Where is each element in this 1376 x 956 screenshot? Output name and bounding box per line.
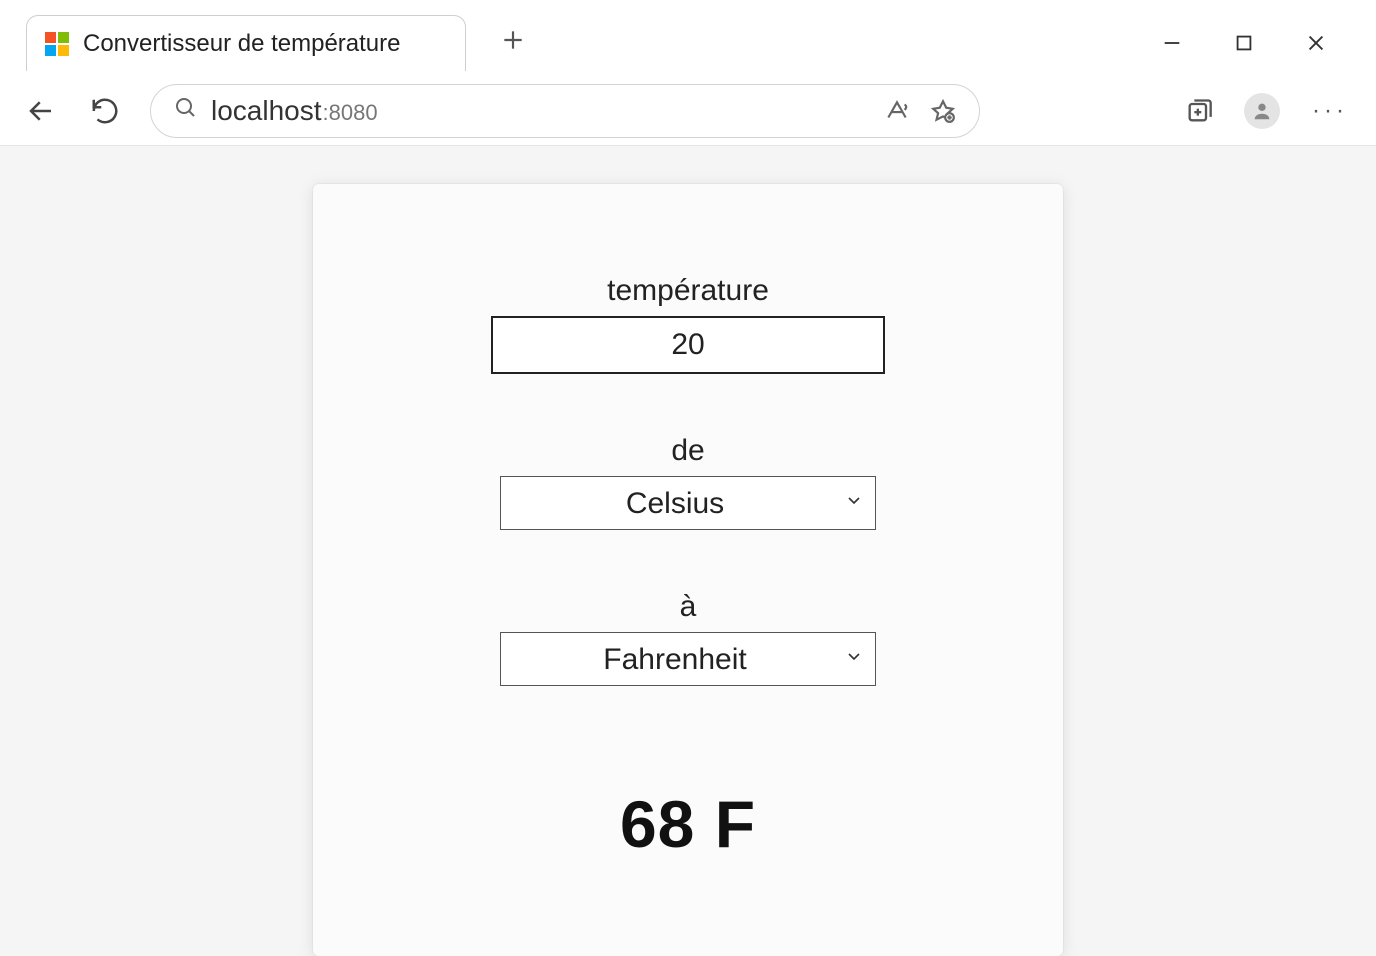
address-bar[interactable]: localhost:8080 — [150, 84, 980, 138]
address-host: localhost — [211, 95, 322, 127]
result-display: 68 F — [620, 786, 756, 862]
close-window-button[interactable] — [1302, 29, 1330, 57]
back-button[interactable] — [22, 92, 60, 130]
address-port: :8080 — [323, 100, 378, 126]
tab-title: Convertisseur de température — [83, 30, 423, 58]
from-label: de — [671, 434, 704, 468]
collections-button[interactable] — [1180, 92, 1218, 130]
maximize-button[interactable] — [1230, 29, 1258, 57]
minimize-icon — [1161, 32, 1183, 54]
arrow-left-icon — [26, 96, 56, 126]
more-button[interactable]: ··· — [1306, 97, 1354, 125]
read-aloud-icon — [884, 98, 910, 124]
from-field: de CelsiusFahrenheitKelvin — [500, 434, 876, 530]
browser-tab[interactable]: Convertisseur de température — [26, 15, 466, 71]
to-label: à — [680, 590, 697, 624]
more-icon: ··· — [1312, 97, 1348, 124]
window-controls — [1158, 29, 1368, 57]
from-unit-select[interactable]: CelsiusFahrenheitKelvin — [500, 476, 876, 530]
browser-toolbar: localhost:8080 ··· — [0, 76, 1376, 146]
minimize-button[interactable] — [1158, 29, 1186, 57]
collections-icon — [1185, 97, 1213, 125]
converter-card: température de CelsiusFahrenheitKelvin à… — [313, 184, 1063, 956]
read-aloud-button[interactable] — [879, 93, 915, 129]
close-tab-button[interactable] — [437, 29, 445, 59]
reload-icon — [90, 96, 120, 126]
new-tab-button[interactable] — [492, 23, 534, 63]
page-viewport: température de CelsiusFahrenheitKelvin à… — [0, 146, 1376, 956]
temperature-field: température — [491, 274, 885, 374]
maximize-icon — [1233, 32, 1255, 54]
temperature-label: température — [607, 274, 769, 308]
reload-button[interactable] — [86, 92, 124, 130]
to-field: à CelsiusFahrenheitKelvin — [500, 590, 876, 686]
person-icon — [1251, 100, 1273, 122]
close-icon — [1305, 32, 1327, 54]
favicon-microsoft-icon — [45, 32, 69, 56]
to-unit-select[interactable]: CelsiusFahrenheitKelvin — [500, 632, 876, 686]
profile-button[interactable] — [1244, 93, 1280, 129]
address-url: localhost:8080 — [211, 95, 378, 127]
browser-tab-strip: Convertisseur de température — [0, 0, 1376, 76]
star-plus-icon — [930, 98, 956, 124]
favorite-button[interactable] — [925, 93, 961, 129]
plus-icon — [500, 27, 526, 53]
search-icon — [173, 95, 197, 126]
temperature-input[interactable] — [491, 316, 885, 374]
